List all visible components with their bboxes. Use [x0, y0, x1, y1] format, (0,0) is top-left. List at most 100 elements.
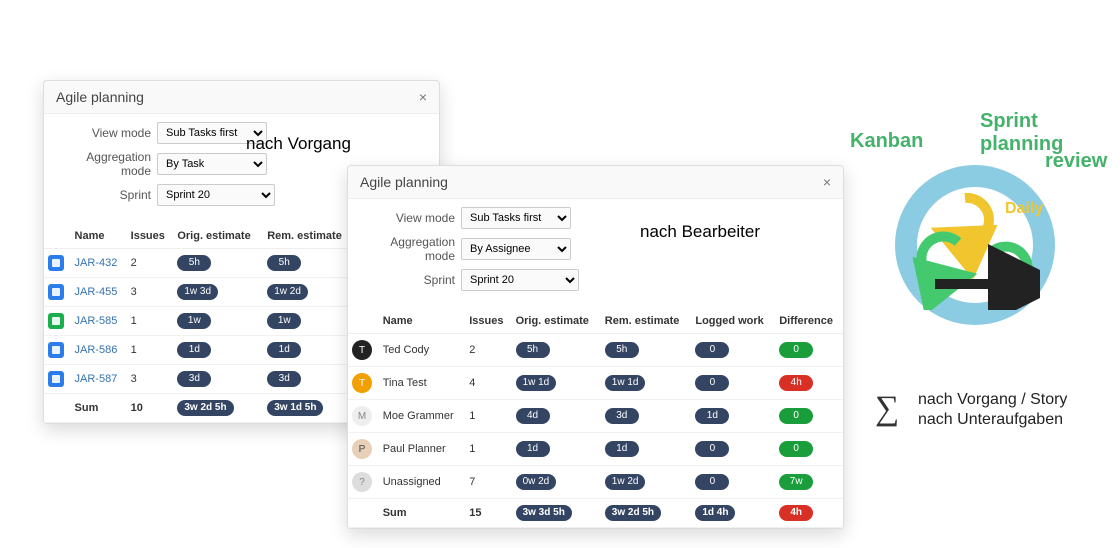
pill: 4h	[779, 375, 813, 391]
avatar: ?	[352, 472, 372, 492]
kanban-label: Kanban	[850, 130, 923, 153]
aggmode-label: Aggregation mode	[360, 235, 461, 263]
col-header: Logged work	[691, 309, 775, 334]
issue-type-icon	[48, 313, 64, 329]
close-icon[interactable]: ×	[823, 174, 831, 190]
issue-type-icon	[48, 342, 64, 358]
col-header: Difference	[775, 309, 843, 334]
pill: 5h	[605, 342, 639, 358]
pill: 1d 4h	[695, 505, 735, 521]
agile-cycle-icon	[910, 180, 1040, 310]
col-header	[348, 309, 379, 334]
pill: 3w 2d 5h	[177, 400, 233, 416]
avatar: P	[352, 439, 372, 459]
issues-count: 1	[465, 433, 511, 466]
sprint-label: Sprint	[360, 273, 461, 287]
issue-link[interactable]: JAR-586	[75, 344, 118, 356]
sprint-select[interactable]: Sprint 20	[461, 269, 579, 291]
pill: 1d	[516, 441, 550, 457]
pill: 0	[779, 408, 813, 424]
viewmode-select[interactable]: Sub Tasks first	[461, 207, 571, 229]
panel-header: Agile planning ×	[348, 166, 843, 199]
col-header: Orig. estimate	[173, 224, 263, 249]
sum-row: Sum153w 3d 5h3w 2d 5h1d 4h4h	[348, 499, 843, 528]
summary-line-1: nach Vorgang / Story	[918, 390, 1067, 410]
issue-link[interactable]: JAR-585	[75, 315, 118, 327]
pill: 0	[695, 375, 729, 391]
summary-text: nach Vorgang / Story nach Unteraufgaben	[918, 390, 1067, 430]
pill: 5h	[177, 255, 211, 271]
issue-link[interactable]: JAR-587	[75, 373, 118, 385]
issue-link[interactable]: JAR-455	[75, 286, 118, 298]
panel-title: Agile planning	[56, 89, 144, 105]
close-icon[interactable]: ×	[419, 89, 427, 105]
pill: 1w 2d	[267, 284, 308, 300]
pill: 1w 3d	[177, 284, 218, 300]
panel-controls: View mode Sub Tasks first Aggregation mo…	[348, 199, 843, 309]
aggmode-select[interactable]: By Assignee	[461, 238, 571, 260]
pill: 0	[779, 441, 813, 457]
pill: 3d	[605, 408, 639, 424]
col-header: Orig. estimate	[512, 309, 601, 334]
pill: 3w 2d 5h	[605, 505, 661, 521]
col-header: Rem. estimate	[263, 224, 354, 249]
issue-type-icon	[48, 255, 64, 271]
col-header: Name	[71, 224, 127, 249]
sprint-label: Sprint	[56, 188, 157, 202]
pill: 0	[695, 474, 729, 490]
table-row: PPaul Planner11d1d00	[348, 433, 843, 466]
issue-type-icon	[48, 284, 64, 300]
pill: 4h	[779, 505, 813, 521]
table-by-assignee: NameIssuesOrig. estimateRem. estimateLog…	[348, 309, 843, 528]
table-row: TTina Test41w 1d1w 1d04h	[348, 367, 843, 400]
aggmode-label: Aggregation mode	[56, 150, 157, 178]
issue-link[interactable]: JAR-432	[75, 257, 118, 269]
pill: 0	[779, 342, 813, 358]
pill: 3w 3d 5h	[516, 505, 572, 521]
col-header: Name	[379, 309, 466, 334]
issues-count: 7	[465, 466, 511, 499]
pill: 3d	[177, 371, 211, 387]
pill: 5h	[516, 342, 550, 358]
pill: 1w	[267, 313, 301, 329]
avatar: M	[352, 406, 372, 426]
table-row: TTed Cody25h5h00	[348, 334, 843, 367]
issues-count: 3	[127, 278, 174, 307]
col-header	[44, 224, 71, 249]
aggmode-select[interactable]: By Task	[157, 153, 267, 175]
pill: 3w 1d 5h	[267, 400, 323, 416]
assignee-name: Tina Test	[379, 367, 466, 400]
issues-count: 1	[465, 400, 511, 433]
caption-by-task: nach Vorgang	[246, 134, 351, 154]
pill: 0	[695, 342, 729, 358]
pill: 1d	[605, 441, 639, 457]
review-label: review	[1045, 150, 1107, 173]
pill: 0w 2d	[516, 474, 557, 490]
issues-count: 4	[465, 367, 511, 400]
viewmode-label: View mode	[56, 126, 157, 140]
pill: 3d	[267, 371, 301, 387]
issues-count: 1	[127, 336, 174, 365]
issues-count: 2	[127, 249, 174, 278]
panel-title: Agile planning	[360, 174, 448, 190]
assignee-name: Ted Cody	[379, 334, 466, 367]
assignee-name: Paul Planner	[379, 433, 466, 466]
pill: 1w 1d	[605, 375, 646, 391]
table-row: ?Unassigned70w 2d1w 2d07w	[348, 466, 843, 499]
col-header: Rem. estimate	[601, 309, 692, 334]
pill: 1d	[177, 342, 211, 358]
summary-line-2: nach Unteraufgaben	[918, 410, 1067, 430]
issues-count: 1	[127, 307, 174, 336]
avatar: T	[352, 373, 372, 393]
pill: 7w	[779, 474, 813, 490]
assignee-name: Moe Grammer	[379, 400, 466, 433]
sprint-select[interactable]: Sprint 20	[157, 184, 275, 206]
avatar: T	[352, 340, 372, 360]
sigma-icon: ∑	[875, 390, 899, 428]
pill: 1w 2d	[605, 474, 646, 490]
issues-count: 3	[127, 365, 174, 394]
col-header: Issues	[465, 309, 511, 334]
pill: 1d	[267, 342, 301, 358]
pill: 5h	[267, 255, 301, 271]
col-header: Issues	[127, 224, 174, 249]
